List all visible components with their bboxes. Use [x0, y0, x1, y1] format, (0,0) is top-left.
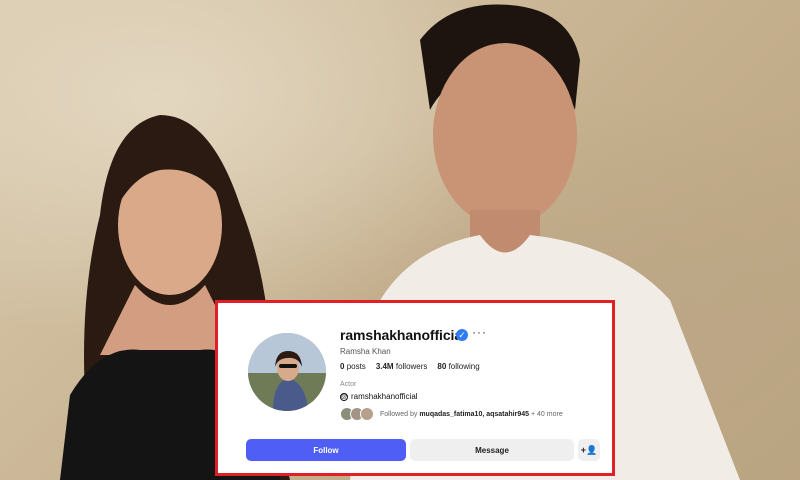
- threads-icon: @: [340, 392, 348, 401]
- profile-card: ramshakhanofficial ✓ ··· Ramsha Khan 0 p…: [215, 300, 615, 476]
- followed-by-row[interactable]: Followed by muqadas_fatima10, aqsatahir9…: [340, 407, 563, 421]
- profile-category: Actor: [340, 381, 357, 388]
- message-button[interactable]: Message: [410, 439, 574, 461]
- following-stat[interactable]: 80 following: [437, 362, 479, 371]
- profile-username[interactable]: ramshakhanofficial: [340, 327, 466, 343]
- followed-by-text: Followed by muqadas_fatima10, aqsatahir9…: [380, 410, 563, 418]
- follow-button[interactable]: Follow: [246, 439, 406, 461]
- avatar-image: [248, 333, 326, 411]
- verified-badge-icon: ✓: [456, 329, 468, 341]
- ellipsis-icon[interactable]: ···: [472, 325, 487, 339]
- follower-avatar: [360, 407, 374, 421]
- profile-stats: 0 posts 3.4M followers 80 following: [340, 362, 480, 371]
- followers-stat[interactable]: 3.4M followers: [376, 362, 428, 371]
- add-user-icon: +👤: [580, 444, 598, 455]
- threads-link[interactable]: @ ramshakhanofficial: [340, 392, 418, 401]
- profile-full-name: Ramsha Khan: [340, 347, 391, 356]
- add-user-button[interactable]: +👤: [578, 439, 600, 461]
- profile-avatar[interactable]: [248, 333, 326, 411]
- posts-stat[interactable]: 0 posts: [340, 362, 366, 371]
- threads-handle: ramshakhanofficial: [351, 392, 418, 401]
